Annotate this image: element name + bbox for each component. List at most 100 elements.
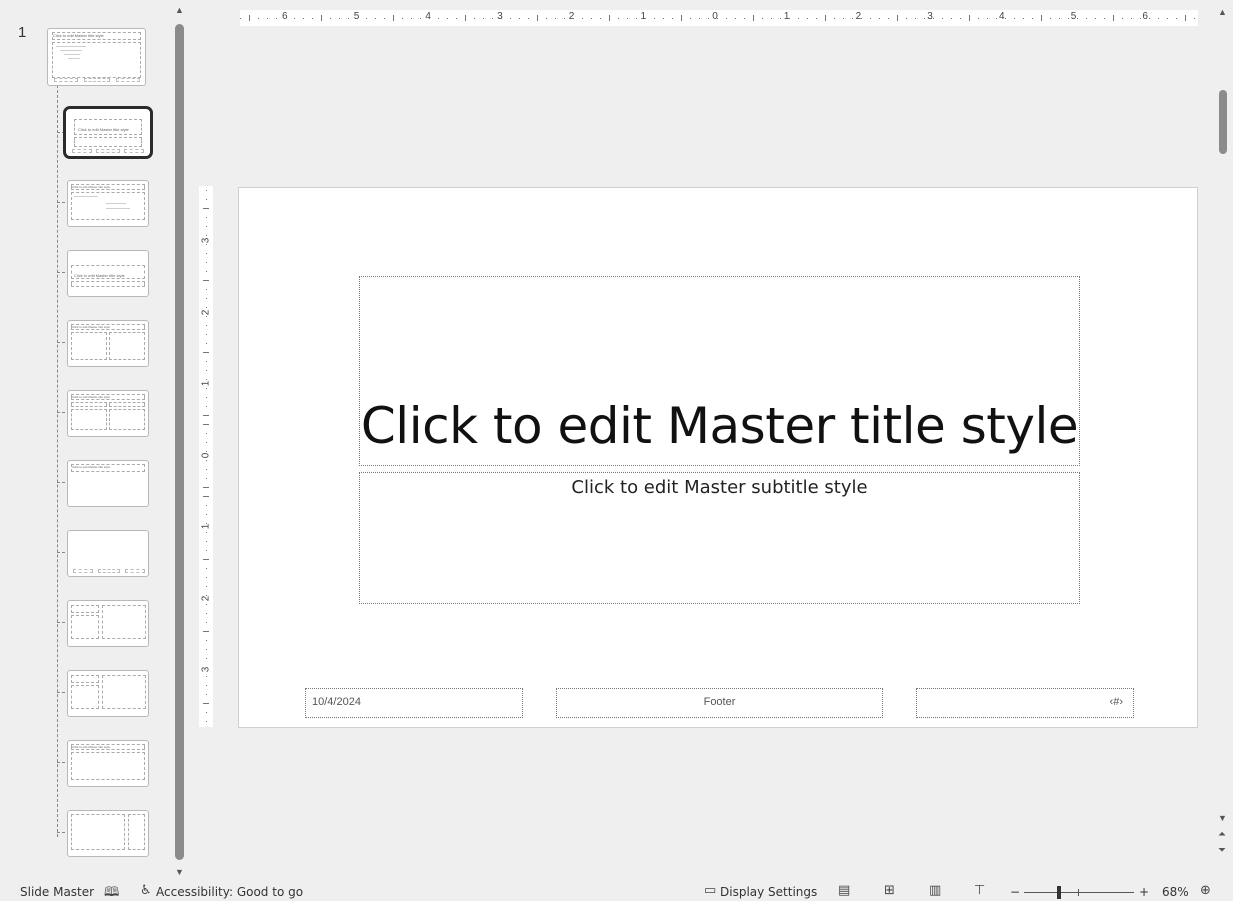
ruler-tick [906, 18, 907, 19]
ruler-tick [249, 15, 250, 21]
thumbnail-pane: 1 Click to edit Master title style Click… [0, 0, 190, 881]
ruler-tick [681, 15, 682, 21]
slide-canvas[interactable]: Click to edit Master title style Click t… [238, 187, 1198, 728]
master-thumbnail[interactable]: Click to edit Master title style [47, 28, 146, 86]
ruler-tick [206, 190, 207, 191]
ruler-tick [206, 586, 207, 587]
ruler-tick [203, 559, 209, 560]
slideshow-icon[interactable]: ⊤ [974, 883, 985, 898]
zoom-slider-track[interactable] [1024, 892, 1134, 893]
zoom-slider-midpoint [1078, 889, 1079, 896]
layout-thumbnail-comparison[interactable]: Click to edit Master title style [67, 390, 149, 437]
ruler-tick [206, 307, 207, 308]
layout-thumbnail-title-only[interactable]: Click to edit Master title style [67, 460, 149, 507]
ruler-tick [206, 370, 207, 371]
fit-to-window-icon[interactable]: ⊕ [1200, 883, 1211, 898]
layout-thumbnail-title-slide[interactable]: Click to edit Master title style [63, 106, 153, 159]
master-title-text[interactable]: Click to edit Master title style [360, 397, 1079, 455]
ruler-tick [206, 595, 207, 596]
ruler-tick [206, 541, 207, 542]
ruler-tick [1068, 18, 1069, 19]
thumbnail-scroll-thumb[interactable] [175, 24, 184, 860]
ruler-tick [546, 18, 547, 19]
next-slide-icon[interactable]: ⏷ [1218, 846, 1226, 856]
editor-scroll-thumb[interactable] [1219, 90, 1227, 154]
ruler-tick [762, 18, 763, 19]
ruler-tick [203, 496, 209, 497]
ruler-tick [206, 694, 207, 695]
layout-thumbnail-section-header[interactable]: Click to edit Master title style [67, 250, 149, 297]
ruler-tick [852, 18, 853, 19]
ruler-tick [206, 613, 207, 614]
accessibility-icon[interactable]: ♿ [140, 883, 152, 898]
layout-thumb-title-box [71, 324, 145, 330]
zoom-level[interactable]: 68% [1162, 885, 1189, 899]
zoom-slider-thumb[interactable] [1057, 886, 1061, 899]
ruler-label: 6 [1142, 11, 1148, 22]
display-settings-button[interactable]: Display Settings [720, 885, 817, 899]
layout-thumbnail-title-content[interactable]: Click to edit Master title style [67, 180, 149, 227]
ruler-tick [645, 18, 646, 19]
title-placeholder[interactable]: Click to edit Master title style [359, 276, 1080, 466]
ruler-tick [206, 451, 207, 452]
vertical-ruler[interactable]: 3210123 [199, 186, 213, 727]
ruler-tick [375, 18, 376, 19]
ruler-tick [285, 18, 286, 19]
powerpoint-slide-master-window: 1 Click to edit Master title style Click… [0, 0, 1233, 901]
scroll-down-arrow-icon[interactable]: ▼ [1218, 814, 1227, 823]
layout-thumbnail-two-content[interactable]: Click to edit Master title style [67, 320, 149, 367]
accessibility-status[interactable]: Accessibility: Good to go [156, 885, 303, 899]
ruler-tick [1023, 18, 1024, 19]
ruler-tick [618, 18, 619, 19]
editor-scrollbar[interactable]: ▲ ▼ ⏶ ⏷ [1214, 6, 1230, 878]
thumbnail-scrollbar[interactable]: ▲ ▼ [171, 6, 187, 878]
ruler-tick [206, 298, 207, 299]
layout-thumbnail-vertical-text[interactable]: Click to edit Master title style [67, 740, 149, 787]
ruler-tick [206, 397, 207, 398]
ruler-tick [447, 18, 448, 19]
zoom-out-button[interactable]: − [1010, 885, 1020, 899]
ruler-tick [753, 15, 754, 21]
ruler-tick [1086, 18, 1087, 19]
ruler-tick [206, 406, 207, 407]
slide-number-placeholder[interactable]: ‹#› [916, 688, 1134, 718]
master-subtitle-text[interactable]: Click to edit Master subtitle style [360, 477, 1079, 498]
reading-view-icon[interactable]: ▥ [929, 883, 941, 898]
ruler-label: 2 [568, 11, 575, 22]
ruler-tick [206, 325, 207, 326]
horizontal-ruler[interactable]: 6 5 4 3 2 1 0 1 2 3 4 5 6 [240, 10, 1198, 26]
layout-thumb-line [106, 203, 126, 204]
layout-thumbnail-picture-caption[interactable] [67, 670, 149, 717]
ruler-tick [789, 18, 790, 19]
slide-number-text: ‹#› [1109, 696, 1123, 708]
ruler-tick [206, 622, 207, 623]
layout-thumbnail-blank[interactable] [67, 530, 149, 577]
ruler-tick [206, 550, 207, 551]
zoom-in-button[interactable]: + [1139, 885, 1149, 899]
ruler-tick [978, 18, 979, 19]
footer-placeholder[interactable]: Footer [556, 688, 883, 718]
previous-slide-icon[interactable]: ⏶ [1218, 830, 1226, 840]
normal-view-icon[interactable]: ▤ [838, 883, 850, 898]
scroll-up-arrow-icon[interactable]: ▲ [1218, 8, 1227, 17]
layout-thumb-left-box [71, 332, 107, 360]
slide-number-label: 1 [18, 24, 27, 41]
layout-thumb-text-box [71, 615, 99, 639]
ruler-tick [456, 18, 457, 19]
scroll-down-arrow-icon[interactable]: ▼ [175, 868, 184, 877]
ruler-tick [206, 442, 207, 443]
slide-sorter-icon[interactable]: ⊞ [884, 883, 895, 898]
layout-thumb-left-heading [71, 402, 107, 407]
layout-thumbnail-vertical-title-text[interactable] [67, 810, 149, 857]
notes-icon[interactable]: 🕮 [104, 883, 119, 901]
layout-thumbnail-content-caption[interactable] [67, 600, 149, 647]
layout-thumb-right-heading [109, 402, 145, 407]
subtitle-placeholder[interactable]: Click to edit Master subtitle style [359, 472, 1080, 604]
ruler-tick [834, 18, 835, 19]
display-settings-icon[interactable]: ▭ [704, 883, 716, 898]
date-placeholder[interactable]: 10/4/2024 [305, 688, 523, 718]
scroll-up-arrow-icon[interactable]: ▲ [175, 6, 184, 15]
ruler-tick [411, 18, 412, 19]
ruler-tick [206, 433, 207, 434]
ruler-tick [1149, 18, 1150, 19]
